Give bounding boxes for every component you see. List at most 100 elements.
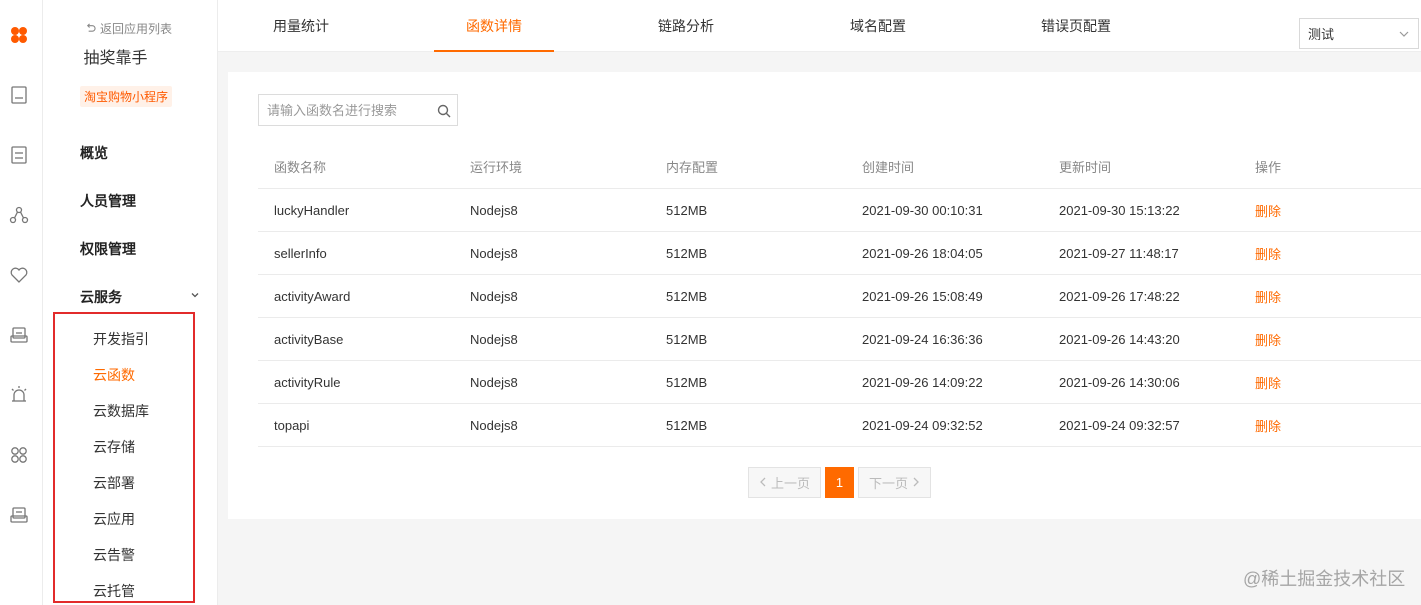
- runtime: Nodejs8: [470, 202, 518, 218]
- table-header: 函数名称 运行环境 内存配置 创建时间 更新时间 操作: [258, 144, 1421, 189]
- function-list-card: 函数名称 运行环境 内存配置 创建时间 更新时间 操作 luckyHandler…: [228, 72, 1421, 519]
- runtime: Nodejs8: [470, 288, 518, 304]
- environment-select[interactable]: 测试: [1299, 18, 1419, 49]
- side-nav: 返回应用列表 抽奖靠手 淘宝购物小程序 概览 人员管理 权限管理 云服务 开发指…: [43, 0, 218, 605]
- created-time: 2021-09-26 18:04:05: [862, 245, 983, 261]
- search-icon[interactable]: [437, 104, 451, 118]
- runtime: Nodejs8: [470, 417, 518, 433]
- chevron-left-icon: [759, 475, 767, 490]
- share-icon[interactable]: [9, 205, 29, 225]
- memory: 512MB: [666, 202, 708, 218]
- sub-item-cloud-hosting[interactable]: 云托管: [93, 581, 135, 601]
- next-page-button[interactable]: 下一页: [858, 467, 932, 498]
- function-name: activityBase: [274, 331, 344, 347]
- sub-item-cloud-apps[interactable]: 云应用: [93, 509, 135, 529]
- delete-link[interactable]: 删除: [1255, 416, 1281, 435]
- memory: 512MB: [666, 331, 708, 347]
- updated-time: 2021-09-24 09:32:57: [1059, 417, 1180, 433]
- sub-item-cloud-alerts[interactable]: 云告警: [93, 545, 135, 565]
- column-header-created: 创建时间: [862, 159, 915, 175]
- app-type-badge: 淘宝购物小程序: [80, 86, 173, 107]
- document-icon[interactable]: [9, 85, 29, 105]
- updated-time: 2021-09-27 11:48:17: [1059, 245, 1179, 261]
- memory: 512MB: [666, 374, 708, 390]
- created-time: 2021-09-26 14:09:22: [862, 374, 983, 390]
- table-row: activityAward Nodejs8 512MB 2021-09-26 1…: [258, 275, 1421, 318]
- logo-flower-icon[interactable]: [9, 25, 29, 45]
- memory: 512MB: [666, 245, 708, 261]
- runtime: Nodejs8: [470, 245, 518, 261]
- notes-icon[interactable]: [9, 145, 29, 165]
- nav-item-permissions[interactable]: 权限管理: [80, 239, 136, 259]
- column-header-actions: 操作: [1255, 159, 1282, 175]
- tab-usage-stats[interactable]: 用量统计: [243, 0, 359, 52]
- chevron-down-icon[interactable]: [189, 289, 201, 301]
- column-header-memory: 内存配置: [666, 159, 719, 175]
- function-name: activityRule: [274, 374, 341, 390]
- updated-time: 2021-09-30 15:13:22: [1059, 202, 1180, 218]
- nav-item-members[interactable]: 人员管理: [80, 191, 136, 211]
- alarm-icon[interactable]: [9, 385, 29, 405]
- sub-item-cloud-functions[interactable]: 云函数: [93, 365, 135, 385]
- runtime: Nodejs8: [470, 374, 518, 390]
- heart-icon[interactable]: [9, 265, 29, 285]
- function-name: sellerInfo: [274, 245, 327, 261]
- memory: 512MB: [666, 417, 708, 433]
- chevron-right-icon: [912, 475, 920, 490]
- undo-arrow-icon: [85, 22, 96, 36]
- column-header-updated: 更新时间: [1059, 159, 1112, 175]
- tab-function-details[interactable]: 函数详情: [434, 0, 554, 52]
- updated-time: 2021-09-26 14:30:06: [1059, 374, 1180, 390]
- memory: 512MB: [666, 288, 708, 304]
- nav-item-overview[interactable]: 概览: [80, 143, 108, 163]
- table-row: luckyHandler Nodejs8 512MB 2021-09-30 00…: [258, 189, 1421, 232]
- app-name: 抽奖靠手: [83, 50, 148, 67]
- updated-time: 2021-09-26 17:48:22: [1059, 288, 1180, 304]
- created-time: 2021-09-26 15:08:49: [862, 288, 983, 304]
- function-name: topapi: [274, 417, 310, 433]
- next-page-label: 下一页: [869, 476, 909, 491]
- table-row: activityBase Nodejs8 512MB 2021-09-24 16…: [258, 318, 1421, 361]
- sub-item-cloud-deploy[interactable]: 云部署: [93, 473, 135, 493]
- runtime: Nodejs8: [470, 331, 518, 347]
- delete-link[interactable]: 删除: [1255, 287, 1281, 306]
- sub-item-dev-guide[interactable]: 开发指引: [93, 329, 149, 349]
- back-to-app-list-link[interactable]: 返回应用列表: [85, 20, 172, 37]
- prev-page-button[interactable]: 上一页: [748, 467, 822, 498]
- search-input[interactable]: [259, 95, 429, 125]
- tab-trace-analysis[interactable]: 链路分析: [628, 0, 744, 52]
- prev-page-label: 上一页: [771, 476, 811, 491]
- pagination: 上一页 1 下一页: [748, 467, 932, 498]
- grid-apps-icon[interactable]: [9, 445, 29, 465]
- created-time: 2021-09-30 00:10:31: [862, 202, 983, 218]
- icon-rail: [0, 0, 43, 605]
- created-time: 2021-09-24 16:36:36: [862, 331, 983, 347]
- table-row: topapi Nodejs8 512MB 2021-09-24 09:32:52…: [258, 404, 1421, 447]
- search-box: [258, 94, 458, 126]
- server-icon[interactable]: [9, 505, 29, 525]
- delete-link[interactable]: 删除: [1255, 201, 1281, 220]
- delete-link[interactable]: 删除: [1255, 244, 1281, 263]
- page-number-current[interactable]: 1: [825, 467, 855, 498]
- table-row: sellerInfo Nodejs8 512MB 2021-09-26 18:0…: [258, 232, 1421, 275]
- delete-link[interactable]: 删除: [1255, 373, 1281, 392]
- function-name: activityAward: [274, 288, 351, 304]
- back-link-label: 返回应用列表: [100, 22, 173, 36]
- column-header-runtime: 运行环境: [470, 159, 523, 175]
- sub-item-cloud-database[interactable]: 云数据库: [93, 401, 149, 421]
- storage-icon[interactable]: [9, 325, 29, 345]
- function-name: luckyHandler: [274, 202, 350, 218]
- watermark: @稀土掘金技术社区: [1243, 569, 1406, 589]
- environment-select-value: 测试: [1308, 27, 1335, 42]
- tab-domain-config[interactable]: 域名配置: [820, 0, 936, 52]
- chevron-down-icon: [1398, 28, 1410, 40]
- tab-bar: 用量统计 函数详情 链路分析 域名配置 错误页配置 测试: [218, 0, 1421, 52]
- updated-time: 2021-09-26 14:43:20: [1059, 331, 1180, 347]
- created-time: 2021-09-24 09:32:52: [862, 417, 983, 433]
- tab-error-page-config[interactable]: 错误页配置: [1018, 0, 1134, 52]
- column-header-name: 函数名称: [274, 159, 327, 175]
- nav-item-cloud-service[interactable]: 云服务: [80, 287, 122, 307]
- table-row: activityRule Nodejs8 512MB 2021-09-26 14…: [258, 361, 1421, 404]
- sub-item-cloud-storage[interactable]: 云存储: [93, 437, 135, 457]
- delete-link[interactable]: 删除: [1255, 330, 1281, 349]
